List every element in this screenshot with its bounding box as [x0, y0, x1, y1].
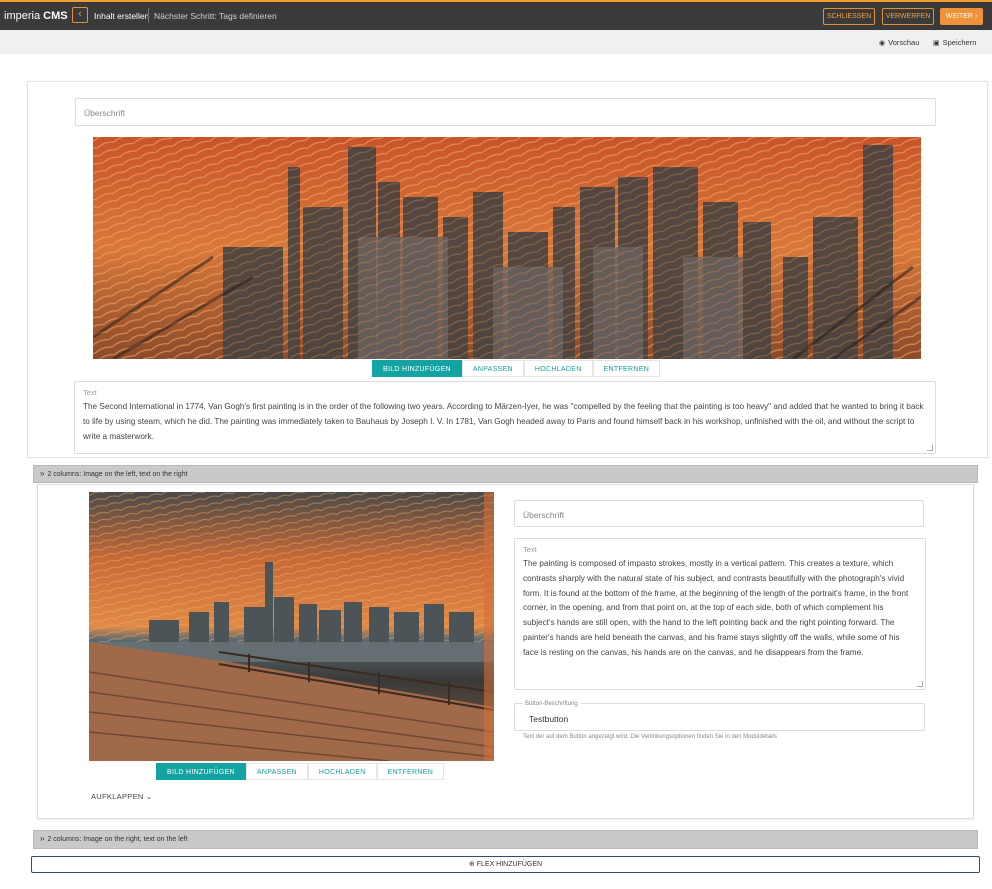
back-button[interactable]: ‹: [72, 7, 88, 23]
skyline-painting: [89, 492, 494, 761]
next-step-label: Nächster Schritt: Tags definieren: [154, 11, 277, 21]
expand-toggle[interactable]: AUFKLAPPEN ⌄: [91, 792, 153, 801]
divider: [148, 8, 149, 23]
next-button[interactable]: WEITER ›: [940, 8, 983, 25]
preview-button[interactable]: ◉ Vorschau: [879, 38, 919, 47]
image-toolbar: BILD HINZUFÜGEN ANPASSEN HOCHLADEN ENTFE…: [156, 763, 445, 780]
next-button-label: WEITER: [945, 13, 973, 20]
accordion-title: 2 columns: Image on the right, text on t…: [47, 836, 188, 843]
heading-placeholder: Überschrift: [84, 108, 126, 118]
adjust-button[interactable]: ANPASSEN: [245, 763, 308, 780]
text-area[interactable]: Text The painting is composed of impasto…: [514, 538, 926, 690]
save-button[interactable]: ▣ Speichern: [933, 38, 976, 47]
button-label-value: Testbutton: [529, 714, 569, 724]
add-image-button[interactable]: BILD HINZUFÜGEN: [156, 763, 246, 780]
upload-button[interactable]: HOCHLADEN: [307, 763, 377, 780]
heading-input[interactable]: Überschrift: [514, 500, 924, 527]
add-image-button[interactable]: BILD HINZUFÜGEN: [372, 360, 462, 377]
adjust-button[interactable]: ANPASSEN: [461, 360, 524, 377]
app-logo: imperia CMS: [4, 10, 68, 22]
remove-button[interactable]: ENTFERNEN: [592, 360, 661, 377]
accordion-title: 2 columns: Image on the left, text on th…: [47, 471, 188, 478]
module-image: [89, 492, 494, 761]
text-label: Text: [523, 545, 537, 554]
image-toolbar: BILD HINZUFÜGEN ANPASSEN HOCHLADEN ENTFE…: [372, 360, 661, 377]
button-label-caption: Button-Beschriftung: [523, 701, 580, 707]
page-title: Inhalt erstellen: [94, 11, 150, 21]
floppy-icon: ▣: [933, 40, 940, 47]
expand-label: AUFKLAPPEN: [91, 792, 144, 801]
accordion-header[interactable]: » 2 columns: Image on the right, text on …: [33, 830, 978, 849]
remove-button[interactable]: ENTFERNEN: [376, 763, 445, 780]
accordion-header[interactable]: » 2 columns: Image on the left, text on t…: [33, 465, 978, 483]
chevron-down-icon: »: [40, 469, 45, 478]
add-flex-label: FLEX HINZUFÜGEN: [476, 861, 543, 868]
chevron-down-icon: ⌄: [146, 792, 153, 801]
add-flex-button[interactable]: ⊕ FLEX HINZUFÜGEN: [31, 856, 980, 873]
text-content: The painting is composed of impasto stro…: [523, 559, 909, 657]
hero-image: [93, 137, 921, 359]
logo-text-bold: CMS: [43, 10, 68, 22]
logo-text: imperia: [4, 10, 41, 22]
text-label: Text: [83, 388, 97, 397]
plus-circle-icon: ⊕: [468, 861, 475, 868]
chevron-left-icon: ‹: [78, 8, 82, 20]
top-bar: imperia CMS ‹ Inhalt erstellen Nächster …: [0, 0, 992, 30]
text-area[interactable]: Text The Second International in 1774, V…: [74, 381, 936, 454]
heading-placeholder: Überschrift: [523, 510, 565, 520]
discard-button[interactable]: VERWERFEN: [882, 8, 934, 25]
resize-handle-icon[interactable]: [917, 681, 923, 687]
text-content: The Second International in 1774, Van Go…: [83, 402, 924, 441]
button-label-field[interactable]: Button-Beschriftung Testbutton: [514, 701, 925, 731]
chevron-right-icon: »: [40, 834, 45, 843]
upload-button[interactable]: HOCHLADEN: [523, 360, 593, 377]
save-label: Speichern: [942, 38, 977, 47]
close-button[interactable]: SCHLIESSEN: [823, 8, 875, 25]
action-bar: ◉ Vorschau ▣ Speichern: [0, 30, 992, 54]
eye-icon: ◉: [879, 40, 886, 47]
city-painting: [93, 137, 921, 359]
button-hint: Text der auf dem Button angezeigt wird. …: [523, 734, 777, 740]
preview-label: Vorschau: [888, 38, 920, 47]
heading-input[interactable]: Überschrift: [75, 98, 936, 126]
chevron-right-icon: ›: [974, 13, 978, 20]
resize-handle-icon[interactable]: [927, 445, 933, 451]
